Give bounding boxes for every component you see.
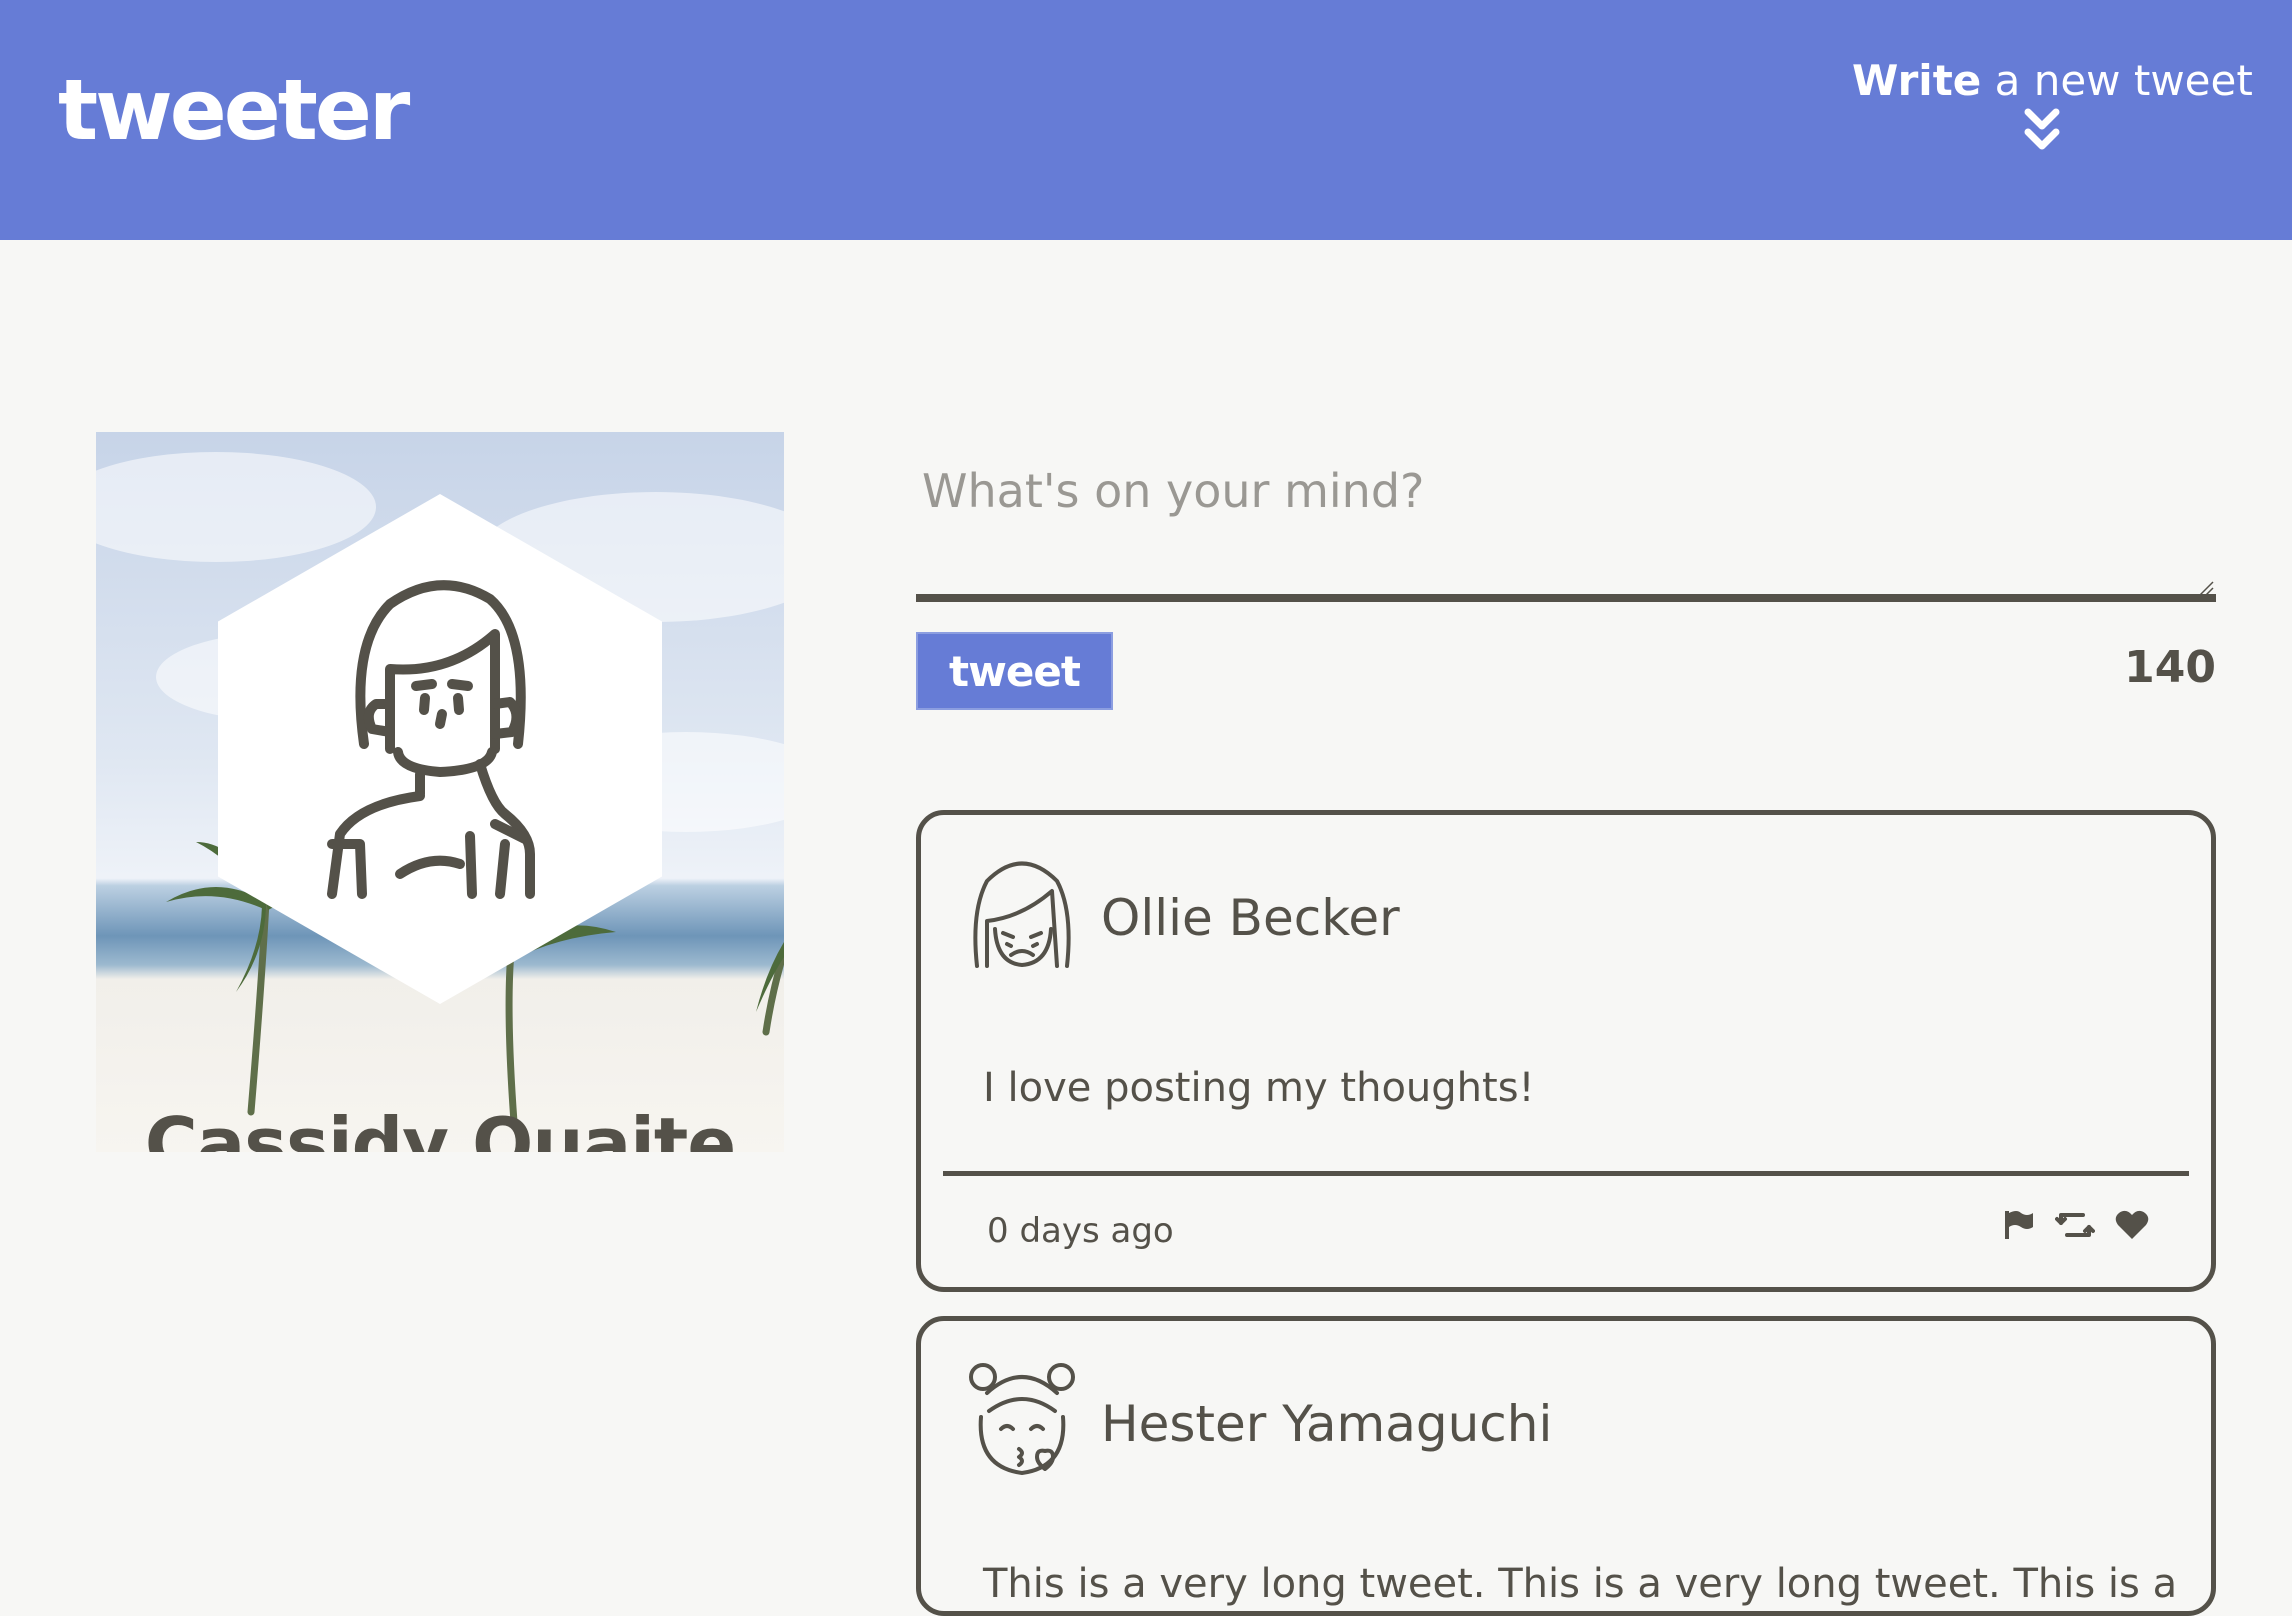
write-label-strong: Write [1852, 56, 1982, 105]
heart-icon[interactable] [2115, 1209, 2149, 1241]
write-label-rest: a new tweet [1981, 56, 2253, 105]
tweet-author-name: Ollie Becker [1101, 889, 1400, 947]
tweet-actions [2003, 1209, 2149, 1241]
tweet-text-input[interactable] [916, 450, 2216, 602]
brand-logo[interactable]: tweeter [58, 68, 410, 152]
write-new-tweet-toggle[interactable]: Write a new tweet [1852, 56, 2253, 158]
tweet-card: Ollie Becker I love posting my thoughts!… [916, 810, 2216, 1292]
resize-grip-icon[interactable] [2198, 580, 2214, 596]
sad-girl-avatar-icon [973, 861, 1071, 968]
tweet-card: Hester Yamaguchi This is a very long twe… [916, 1316, 2216, 1616]
profile-name: Cassidy Quaite [144, 1102, 736, 1152]
tweet-content: I love posting my thoughts! [983, 1065, 1535, 1111]
flag-icon[interactable] [2003, 1209, 2035, 1241]
user-profile: Cassidy Quaite [96, 432, 784, 1232]
top-nav: tweeter Write a new tweet [0, 0, 2292, 240]
tweet-divider [943, 1171, 2189, 1176]
profile-background-photo: Cassidy Quaite [96, 432, 784, 1152]
woman-avatar-icon [327, 580, 535, 899]
tweet-content: This is a very long tweet. This is a ver… [983, 1561, 2178, 1607]
double-chevron-down-icon [2024, 108, 2060, 150]
tweet-author-name: Hester Yamaguchi [1101, 1395, 1553, 1453]
retweet-icon[interactable] [2055, 1209, 2095, 1241]
tweet-submit-button[interactable]: tweet [916, 632, 1113, 710]
write-new-tweet-label: Write a new tweet [1852, 56, 2253, 105]
character-counter: 140 [2124, 642, 2216, 693]
tweet-timestamp: 0 days ago [987, 1211, 1174, 1251]
kissing-girl-avatar-icon [969, 1363, 1075, 1475]
